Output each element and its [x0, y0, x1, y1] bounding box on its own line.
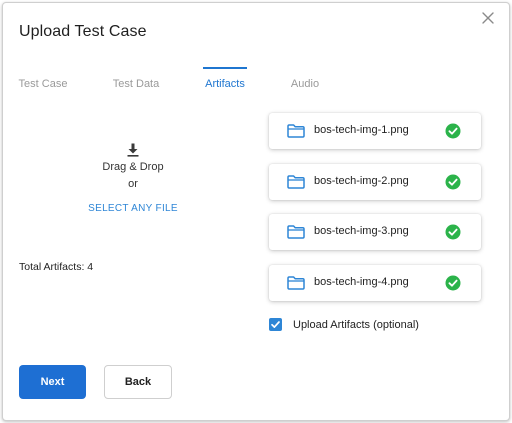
select-any-file-link[interactable]: SELECT ANY FILE: [63, 203, 203, 214]
or-text: or: [128, 178, 138, 190]
tab-bar: Test Case Test Data Artifacts Audio: [3, 67, 509, 99]
check-circle-icon: [445, 174, 461, 190]
artifact-card[interactable]: bos-tech-img-2.png: [269, 164, 481, 200]
close-icon[interactable]: [479, 9, 497, 27]
folder-icon: [287, 124, 305, 138]
artifact-card[interactable]: bos-tech-img-1.png: [269, 113, 481, 149]
tab-audio[interactable]: Audio: [285, 67, 325, 97]
check-circle-icon: [445, 224, 461, 240]
artifact-card[interactable]: bos-tech-img-3.png: [269, 214, 481, 250]
check-circle-icon: [445, 275, 461, 291]
artifact-filename: bos-tech-img-2.png: [314, 175, 409, 187]
folder-icon: [287, 225, 305, 239]
drop-zone[interactable]: Drag & Drop or SELECT ANY FILE: [63, 143, 203, 214]
active-tab-indicator: [203, 67, 247, 69]
download-icon: [127, 143, 139, 157]
upload-artifacts-option: Upload Artifacts (optional): [269, 318, 419, 331]
upload-artifacts-label: Upload Artifacts (optional): [293, 318, 419, 331]
artifact-filename: bos-tech-img-4.png: [314, 276, 409, 288]
folder-icon: [287, 175, 305, 189]
upload-artifacts-checkbox[interactable]: [269, 318, 282, 331]
artifact-card[interactable]: bos-tech-img-4.png: [269, 265, 481, 301]
folder-icon: [287, 276, 305, 290]
tab-test-data[interactable]: Test Data: [103, 67, 169, 97]
back-button[interactable]: Back: [104, 365, 172, 399]
total-artifacts-count: Total Artifacts: 4: [19, 261, 94, 273]
artifact-filename: bos-tech-img-1.png: [314, 124, 409, 136]
checkmark-icon: [271, 321, 280, 328]
artifact-filename: bos-tech-img-3.png: [314, 225, 409, 237]
dialog-title: Upload Test Case: [19, 23, 147, 40]
next-button[interactable]: Next: [19, 365, 86, 399]
check-circle-icon: [445, 123, 461, 139]
tab-test-case[interactable]: Test Case: [11, 67, 75, 97]
tab-artifacts[interactable]: Artifacts: [203, 67, 247, 97]
upload-test-case-dialog: Upload Test Case Test Case Test Data Art…: [2, 2, 510, 421]
drag-drop-text: Drag & Drop: [102, 161, 164, 173]
